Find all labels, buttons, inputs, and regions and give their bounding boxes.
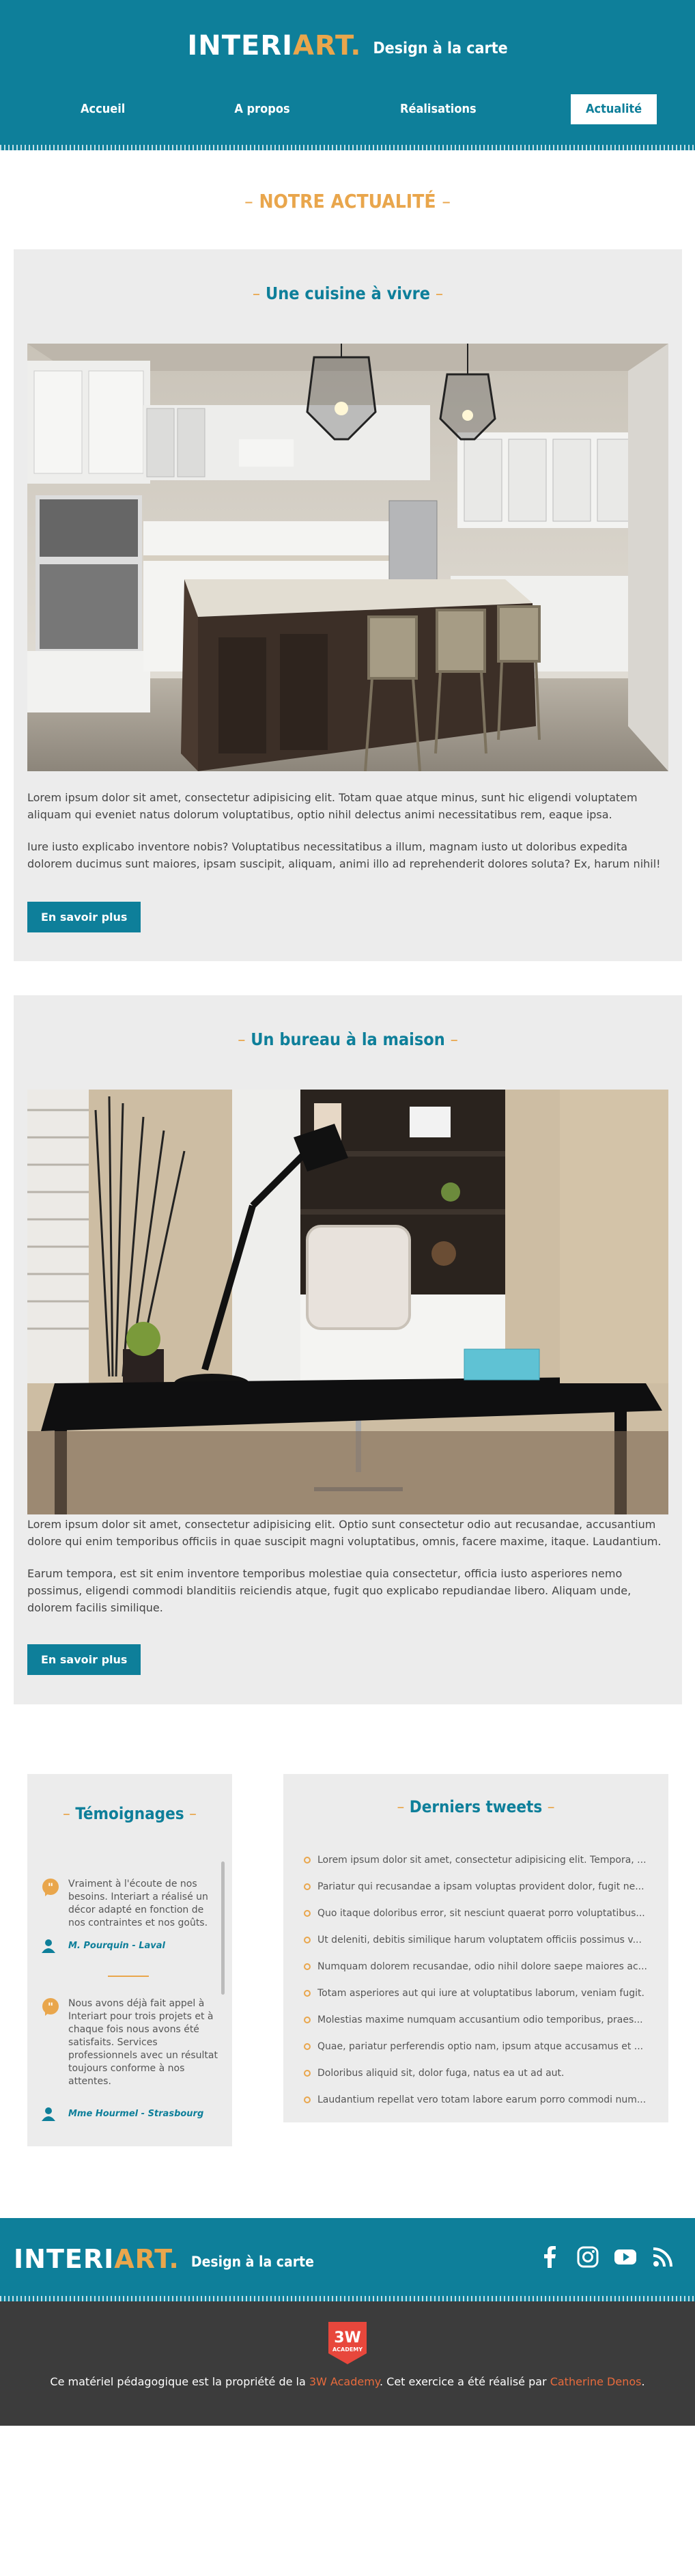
tweet-item[interactable]: Molestias maxime numquam accusantium odi… — [304, 2012, 652, 2027]
testimonial-item: " Vraiment à l'écoute de nos besoins. In… — [41, 1878, 208, 1980]
tweet-item[interactable]: Numquam dolorem recusandae, odio nihil d… — [304, 1959, 652, 1974]
3w-academy-link[interactable]: 3W Academy — [309, 2375, 380, 2388]
main-nav: Accueil A propos Réalisations Actualité — [0, 94, 695, 124]
logo[interactable]: INTERIART. — [187, 30, 361, 61]
quote-icon: " — [42, 1998, 59, 2016]
bullet-icon — [304, 2070, 311, 2077]
article-kitchen: – Une cuisine à vivre – Lorem ipsum dolo… — [14, 249, 682, 961]
tweets-box: – Derniers tweets – Lorem ipsum dolor si… — [283, 1774, 668, 2122]
scrollbar[interactable] — [221, 1861, 225, 1995]
bullet-icon — [304, 2043, 311, 2050]
testimonials-title: – Témoignages – — [63, 1804, 197, 1823]
testimonial-author: M. Pourquin - Laval — [68, 1941, 166, 1951]
testimonial-text: Nous avons déjà fait appel à Interiart p… — [68, 1998, 218, 2087]
nav-item-accueil[interactable]: Accueil — [81, 94, 125, 124]
nav-item-actualite[interactable]: Actualité — [571, 94, 657, 124]
office-image — [27, 1090, 668, 1514]
tweet-item[interactable]: Doloribus aliquid sit, dolor fuga, natus… — [304, 2066, 652, 2081]
instagram-icon[interactable] — [576, 2245, 599, 2269]
bullet-icon — [304, 1883, 311, 1890]
youtube-icon[interactable] — [614, 2245, 637, 2269]
footer-top: INTERIART. Design à la carte — [0, 2218, 695, 2301]
tweet-item[interactable]: Quo itaque doloribus error, sit nesciunt… — [304, 1906, 652, 1921]
rss-icon[interactable] — [651, 2245, 675, 2269]
tweet-item[interactable]: Laudantium repellat vero totam labore ea… — [304, 2092, 652, 2107]
svg-text:": " — [48, 2000, 53, 2013]
nav-item-a-propos[interactable]: A propos — [233, 94, 291, 124]
brand[interactable]: INTERIART. Design à la carte — [0, 30, 695, 61]
credits: Ce matériel pédagogique est la propriété… — [50, 2375, 645, 2388]
site-header: INTERIART. Design à la carte Accueil A p… — [0, 0, 695, 150]
bullet-icon — [304, 2096, 311, 2103]
3w-academy-badge[interactable]: 3W ACADEMY — [326, 2322, 369, 2364]
svg-text:ACADEMY: ACADEMY — [332, 2346, 363, 2353]
bullet-icon — [304, 1963, 311, 1970]
read-more-button[interactable]: En savoir plus — [27, 902, 141, 932]
article-paragraph: Iure iusto explicabo inventore nobis? Vo… — [27, 840, 661, 870]
footer-logo[interactable]: INTERIART. — [14, 2244, 180, 2274]
testimonials-box: – Témoignages – " Vraiment à l'écoute de… — [27, 1774, 232, 2146]
testimonial-text: Vraiment à l'écoute de nos besoins. Inte… — [68, 1879, 208, 1928]
bullet-icon — [304, 1990, 311, 1997]
social-links — [528, 2245, 675, 2271]
user-icon — [42, 1939, 55, 1953]
svg-text:": " — [48, 1881, 53, 1894]
tweet-item[interactable]: Lorem ipsum dolor sit amet, consectetur … — [304, 1853, 652, 1868]
bullet-icon — [304, 2017, 311, 2023]
user-icon — [42, 2107, 55, 2121]
article-office: – Un bureau à la maison – Lorem ipsum do… — [14, 995, 682, 1704]
quote-icon: " — [42, 1879, 59, 1896]
facebook-icon[interactable] — [539, 2245, 562, 2269]
testimonial-item: " Nous avons déjà fait appel à Interiart… — [41, 1997, 218, 2141]
tweet-item[interactable]: Pariatur qui recusandae a ipsam voluptas… — [304, 1879, 652, 1894]
article-title: – Un bureau à la maison – — [238, 1029, 458, 1049]
article-paragraph: Lorem ipsum dolor sit amet, consectetur … — [27, 791, 638, 821]
read-more-button[interactable]: En savoir plus — [27, 1644, 141, 1675]
footer-brand[interactable]: INTERIART. Design à la carte — [14, 2244, 314, 2274]
tweet-item[interactable]: Totam asperiores aut qui iure at volupta… — [304, 1986, 652, 2001]
tweet-item[interactable]: Ut deleniti, debitis similique harum vol… — [304, 1933, 652, 1948]
bullet-icon — [304, 1857, 311, 1864]
testimonial-author: Mme Hourmel - Strasbourg — [68, 2109, 204, 2119]
bullet-icon — [304, 1910, 311, 1917]
tweets-title: – Derniers tweets – — [397, 1797, 555, 1816]
page-title: – NOTRE ACTUALITÉ – — [244, 190, 451, 212]
article-paragraph: Lorem ipsum dolor sit amet, consectetur … — [27, 1518, 662, 1548]
svg-text:3W: 3W — [334, 2329, 361, 2346]
bullet-icon — [304, 1937, 311, 1943]
nav-item-realisations[interactable]: Réalisations — [400, 94, 477, 124]
kitchen-image — [27, 344, 668, 771]
footer-bottom: 3W ACADEMY Ce matériel pédagogique est l… — [0, 2301, 695, 2426]
article-title: – Une cuisine à vivre – — [252, 283, 444, 303]
article-paragraph: Earum tempora, est sit enim inventore te… — [27, 1567, 632, 1614]
separator — [108, 1976, 149, 1977]
tweet-item[interactable]: Quae, pariatur perferendis optio nam, ip… — [304, 2039, 652, 2054]
tagline: Design à la carte — [373, 40, 508, 57]
footer-tagline: Design à la carte — [190, 2254, 314, 2270]
author-link[interactable]: Catherine Denos — [550, 2375, 642, 2388]
